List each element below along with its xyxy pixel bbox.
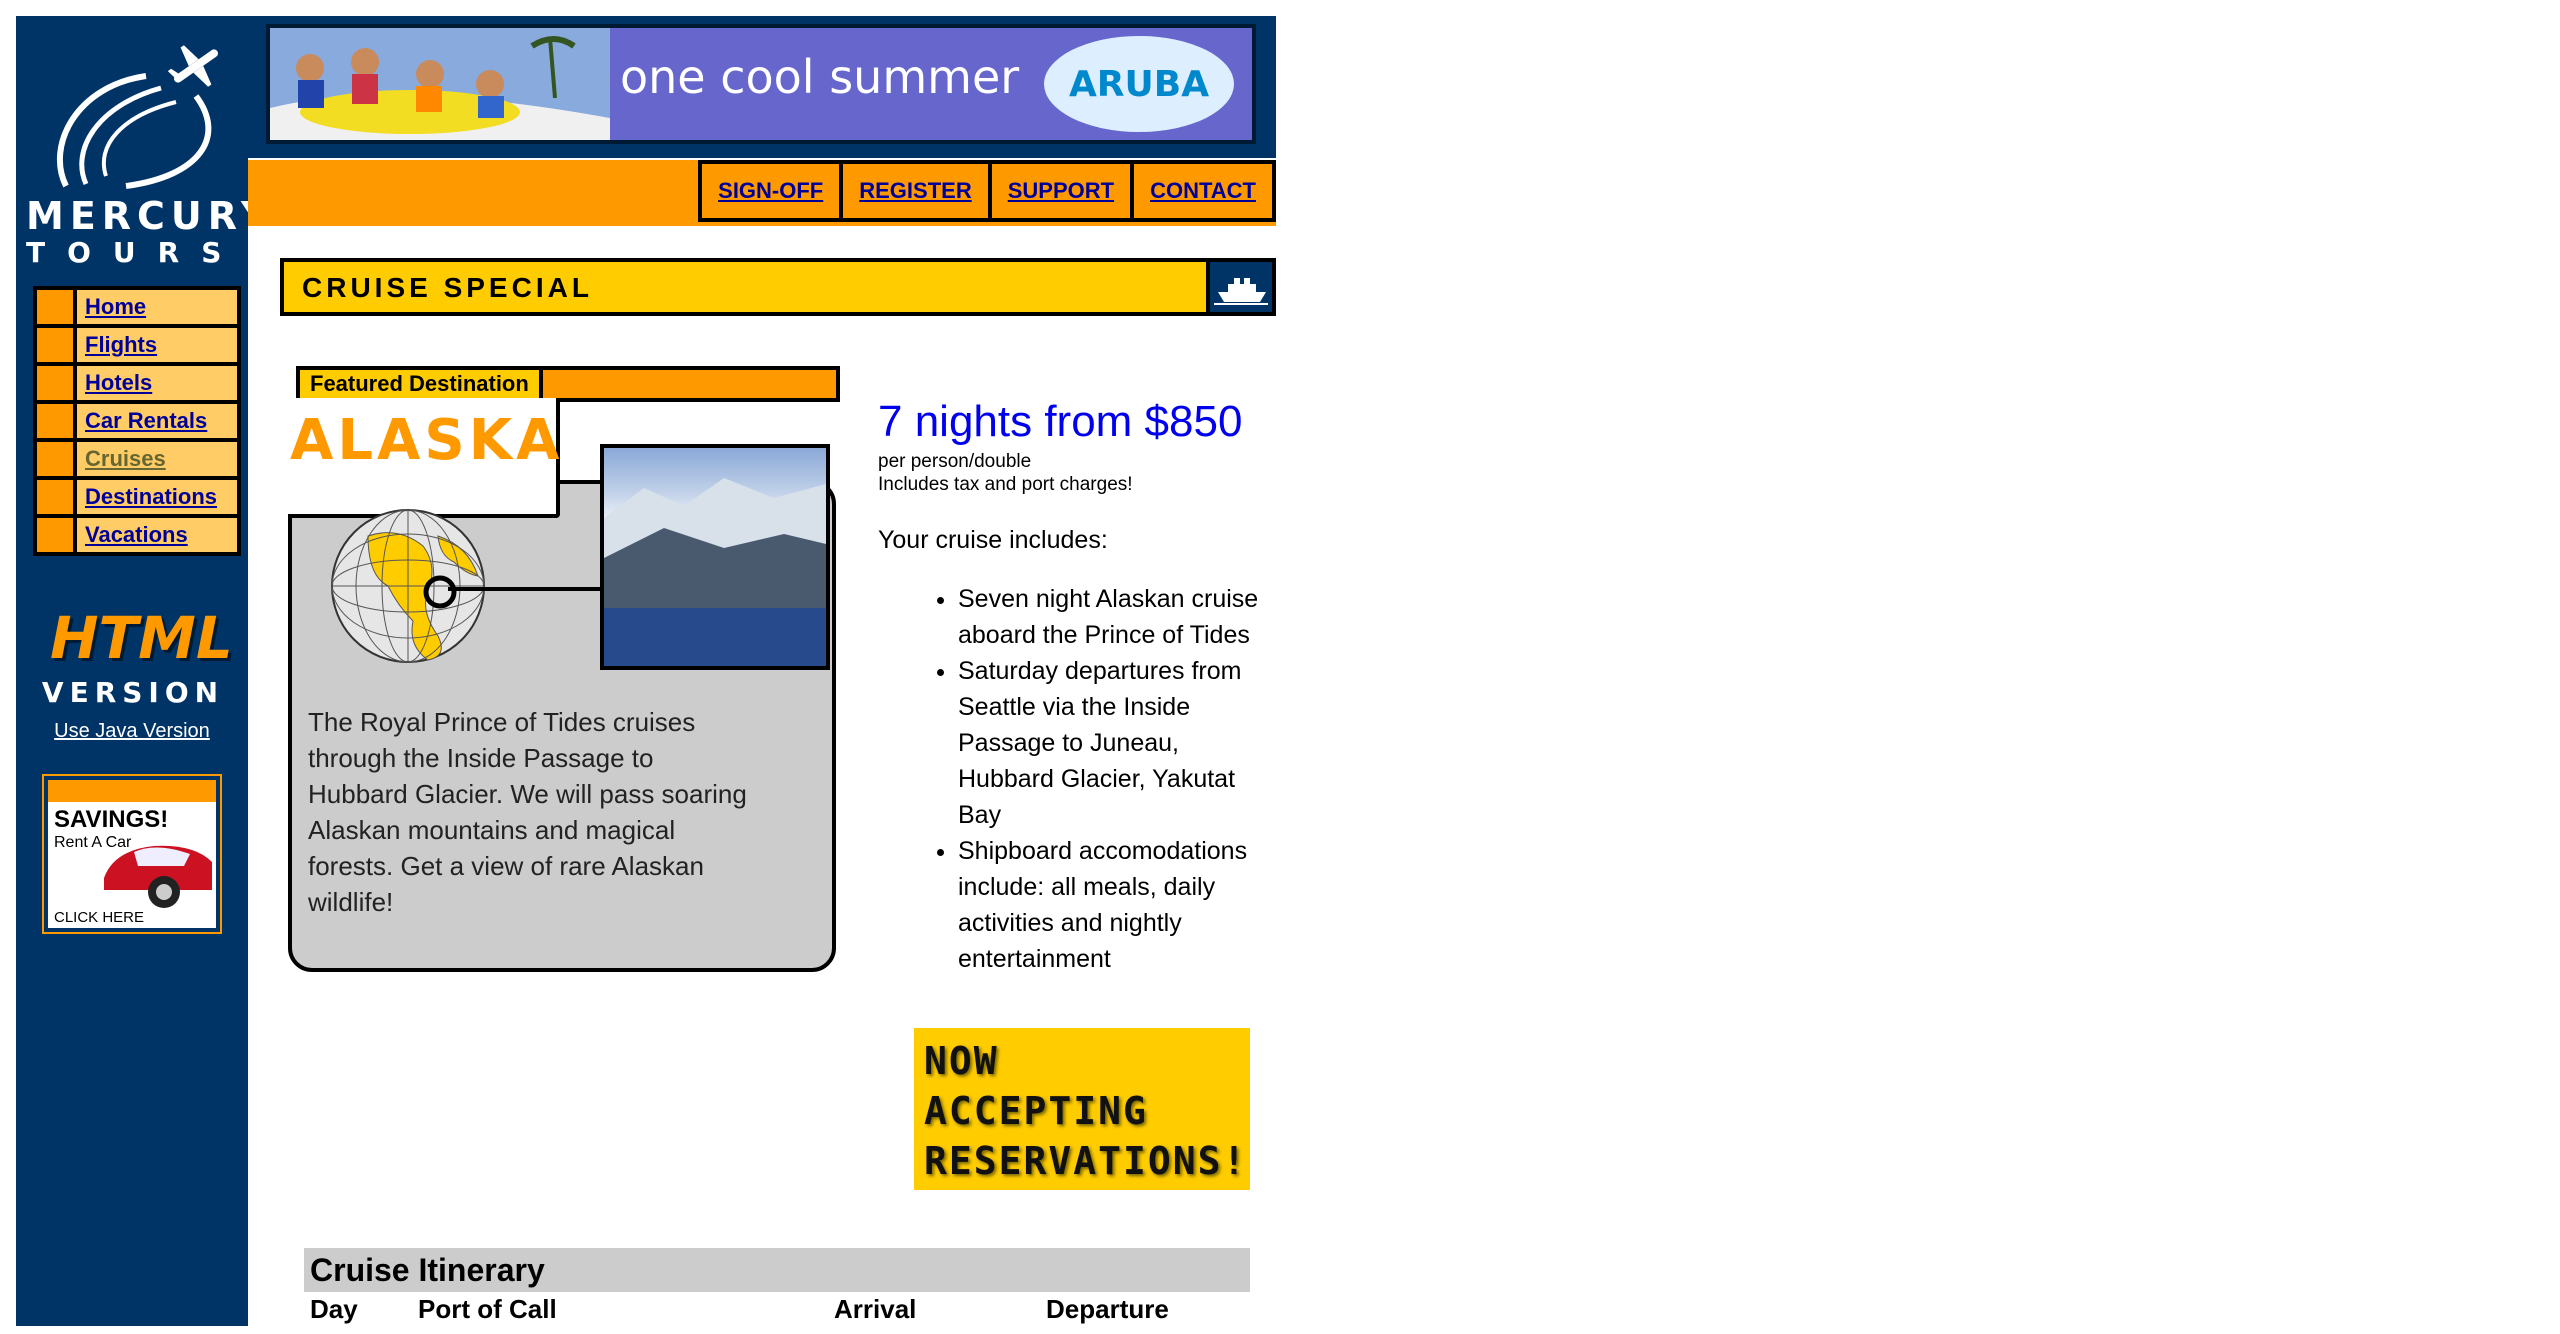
register-link[interactable]: REGISTER: [839, 160, 988, 222]
includes-label: Your cruise includes:: [878, 526, 1108, 554]
alaska-photo: [600, 444, 830, 670]
column-header-arrival: Arrival: [834, 1294, 917, 1324]
featured-tab: Featured Destination: [296, 366, 543, 402]
aruba-banner-ad[interactable]: one cool summer ARUBA: [266, 24, 1256, 144]
sidebar-item-label[interactable]: Home: [77, 290, 146, 324]
red-car-icon: [104, 845, 212, 908]
sidebar-item-label[interactable]: Destinations: [77, 480, 217, 514]
ship-badge: [1206, 258, 1276, 316]
section-header: CRUISE SPECIAL: [280, 258, 1276, 316]
offer-block: 7 nights from $850 per person/double Inc…: [878, 394, 1278, 977]
per-person-note: per person/double: [878, 451, 1032, 472]
top-nav: SIGN-OFF REGISTER SUPPORT CONTACT: [698, 160, 1276, 226]
sidebar: MERCURY TOURS Home Flights Hotels Car Re…: [16, 16, 275, 1326]
nav-bullet: [37, 404, 77, 438]
column-header-port: Port of Call: [418, 1294, 557, 1324]
itinerary-column-headers: Day Port of Call Arrival Departure: [304, 1294, 1250, 1334]
brand-name-line1: MERCURY: [26, 194, 275, 238]
featured-tab-bar: Featured Destination: [296, 366, 840, 402]
sidebar-nav: Home Flights Hotels Car Rentals Cruises …: [33, 286, 241, 556]
sidebar-item-label[interactable]: Vacations: [77, 518, 188, 552]
list-item: Saturday departures from Seattle via the…: [958, 653, 1278, 833]
page-title: CRUISE SPECIAL: [302, 272, 593, 303]
sidebar-item-flights[interactable]: Flights: [37, 328, 237, 362]
globe-icon: [331, 509, 485, 663]
mountain-photo-icon: [604, 478, 826, 666]
reservations-line1: NOW: [924, 1039, 999, 1083]
html-version-badge: HTML VERSION: [38, 604, 233, 716]
brand-name-line2: TOURS: [26, 236, 244, 269]
nav-bullet: [37, 290, 77, 324]
price-headline: 7 nights from $850: [878, 397, 1243, 446]
banner-photo-icon: [270, 28, 610, 140]
globe-connector-line: [448, 587, 602, 591]
sidebar-item-label[interactable]: Car Rentals: [77, 404, 207, 438]
list-item: Shipboard accomodations include: all mea…: [958, 833, 1278, 977]
rent-a-car-ad[interactable]: SAVINGS! Rent A Car CLICK HERE: [42, 774, 222, 934]
sign-off-link[interactable]: SIGN-OFF: [698, 160, 840, 222]
sidebar-item-home[interactable]: Home: [37, 290, 237, 324]
contact-link[interactable]: CONTACT: [1130, 160, 1276, 222]
html-version-badge-line2: VERSION: [41, 676, 225, 709]
sidebar-item-car-rentals[interactable]: Car Rentals: [37, 404, 237, 438]
html-version-badge-line1: HTML: [50, 604, 233, 672]
reservations-line2: ACCEPTING: [924, 1089, 1148, 1133]
list-item: Seven night Alaskan cruise aboard the Pr…: [958, 581, 1278, 653]
top-nav-bar: SIGN-OFF REGISTER SUPPORT CONTACT: [248, 160, 1276, 226]
ship-icon: [1214, 278, 1268, 305]
ad-top-bar: [48, 780, 216, 802]
featured-destination-card: Featured Destination ALASKA The Royal Pr…: [288, 366, 840, 982]
support-link[interactable]: SUPPORT: [987, 160, 1131, 222]
sidebar-item-destinations[interactable]: Destinations: [37, 480, 237, 514]
ad-cta: CLICK HERE: [54, 909, 145, 926]
sidebar-item-hotels[interactable]: Hotels: [37, 366, 237, 400]
swoosh-plane-icon: [56, 45, 219, 189]
sidebar-item-cruises[interactable]: Cruises: [37, 442, 237, 476]
sidebar-item-label[interactable]: Hotels: [77, 366, 152, 400]
sidebar-item-label[interactable]: Flights: [77, 328, 157, 362]
mercury-tours-logo[interactable]: MERCURY TOURS: [26, 36, 275, 276]
destination-description: The Royal Prince of Tides cruises throug…: [308, 707, 747, 917]
banner-text: one cool summer: [620, 50, 1020, 104]
tax-note: Includes tax and port charges!: [878, 474, 1133, 495]
itinerary-title: Cruise Itinerary: [304, 1248, 1250, 1292]
nav-bullet: [37, 366, 77, 400]
reservations-line3: RESERVATIONS!: [924, 1139, 1248, 1183]
nav-bullet: [37, 518, 77, 552]
column-header-departure: Departure: [1046, 1294, 1169, 1324]
includes-list: Seven night Alaskan cruise aboard the Pr…: [878, 581, 1278, 977]
nav-bullet: [37, 442, 77, 476]
destination-name: ALASKA: [290, 408, 564, 473]
column-header-day: Day: [310, 1294, 358, 1324]
page: MERCURY TOURS Home Flights Hotels Car Re…: [16, 16, 1276, 1326]
aruba-logo: ARUBA: [1044, 36, 1234, 132]
now-accepting-reservations-sign: NOW ACCEPTING RESERVATIONS!: [914, 1028, 1250, 1190]
sidebar-item-vacations[interactable]: Vacations: [37, 518, 237, 552]
nav-bullet: [37, 328, 77, 362]
java-version-link[interactable]: Use Java Version: [16, 720, 248, 743]
nav-bullet: [37, 480, 77, 514]
sidebar-item-label[interactable]: Cruises: [77, 442, 166, 476]
